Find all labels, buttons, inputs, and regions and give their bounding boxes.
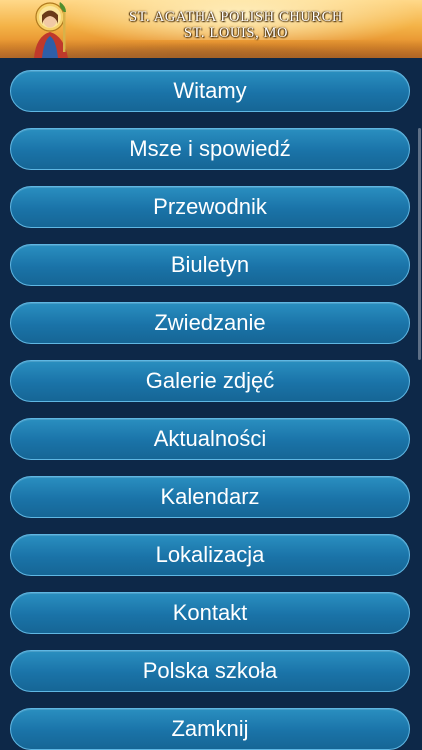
menu-item-msze-i-spowiedz[interactable]: Msze i spowiedź <box>10 128 410 170</box>
menu-item-witamy[interactable]: Witamy <box>10 70 410 112</box>
church-location: ST. LOUIS, MO <box>183 25 289 41</box>
church-name: ST. AGATHA POLISH CHURCH <box>129 9 343 25</box>
menu-item-kalendarz[interactable]: Kalendarz <box>10 476 410 518</box>
menu-item-biuletyn[interactable]: Biuletyn <box>10 244 410 286</box>
menu-item-aktualnosci[interactable]: Aktualności <box>10 418 410 460</box>
menu-item-zamknij[interactable]: Zamknij <box>10 708 410 750</box>
saint-agatha-icon <box>34 2 68 58</box>
menu-item-przewodnik[interactable]: Przewodnik <box>10 186 410 228</box>
menu-item-zwiedzanie[interactable]: Zwiedzanie <box>10 302 410 344</box>
menu-item-polska-szkola[interactable]: Polska szkoła <box>10 650 410 692</box>
menu-item-kontakt[interactable]: Kontakt <box>10 592 410 634</box>
menu-item-lokalizacja[interactable]: Lokalizacja <box>10 534 410 576</box>
header-banner: ST. AGATHA POLISH CHURCH ST. LOUIS, MO <box>0 0 422 58</box>
menu-item-galerie-zdjec[interactable]: Galerie zdjęć <box>10 360 410 402</box>
main-menu: Witamy Msze i spowiedź Przewodnik Biulet… <box>0 58 422 750</box>
vertical-scrollbar[interactable] <box>418 128 421 360</box>
church-title: ST. AGATHA POLISH CHURCH ST. LOUIS, MO <box>86 9 386 41</box>
